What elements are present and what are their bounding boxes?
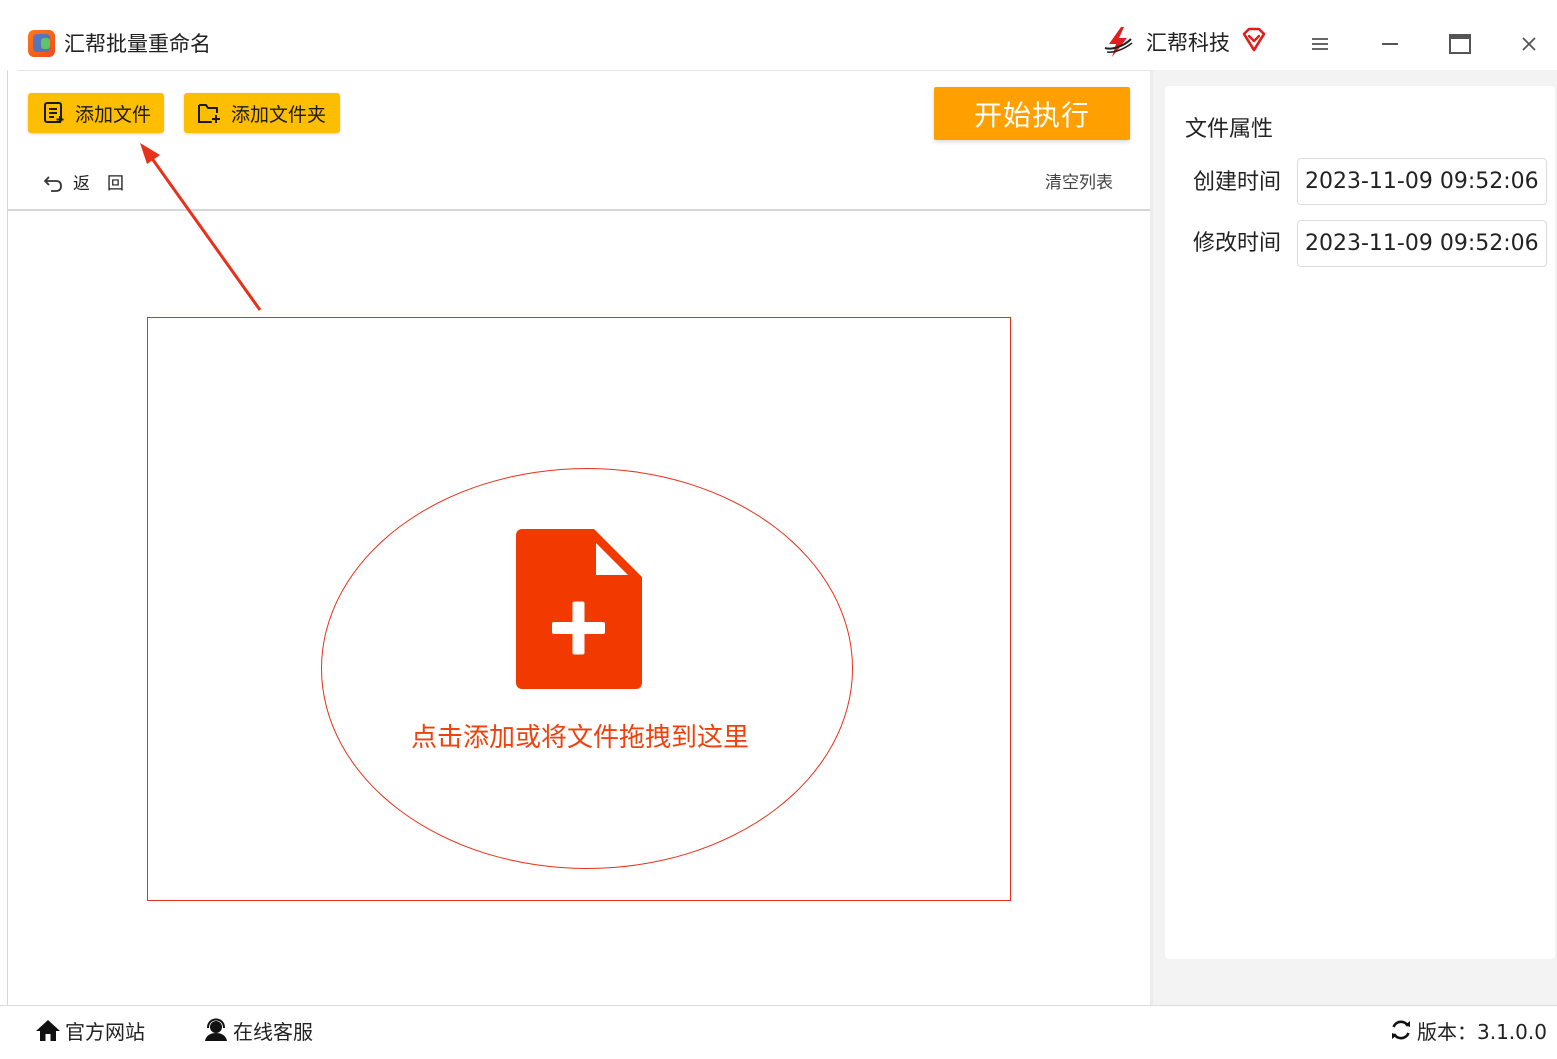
app-title: 汇帮批量重命名 — [64, 32, 211, 56]
maximize-button[interactable] — [1438, 22, 1482, 66]
add-folder-label: 添加文件夹 — [231, 103, 327, 126]
online-support-label: 在线客服 — [233, 1019, 313, 1044]
modified-time-label: 修改时间 — [1193, 231, 1282, 256]
file-list-add-icon — [44, 102, 64, 123]
add-file-button[interactable]: 添加文件 — [28, 93, 164, 133]
add-file-label: 添加文件 — [75, 103, 152, 126]
official-website-link[interactable]: 官方网站 — [35, 1015, 145, 1045]
close-button[interactable] — [1507, 22, 1551, 66]
modified-time-field[interactable]: 2023-11-09 09:52:06 — [1297, 220, 1547, 267]
minimize-icon — [1382, 43, 1398, 45]
headset-user-icon — [205, 1018, 227, 1041]
properties-card — [1165, 86, 1555, 959]
app-logo-icon — [28, 30, 55, 57]
annotation-arrow — [140, 143, 262, 311]
brand-name: 汇帮科技 — [1146, 31, 1230, 55]
drop-zone-hint: 点击添加或将文件拖拽到这里 — [410, 723, 749, 753]
start-button[interactable]: 开始执行 — [934, 87, 1130, 140]
maximize-icon — [1449, 34, 1471, 54]
refresh-icon[interactable] — [1389, 1018, 1413, 1042]
home-icon — [36, 1020, 60, 1041]
official-website-label: 官方网站 — [65, 1019, 145, 1044]
created-time-label: 创建时间 — [1193, 170, 1282, 195]
close-icon — [1522, 37, 1536, 51]
online-support-link[interactable]: 在线客服 — [203, 1015, 313, 1045]
hamburger-menu-icon — [1312, 38, 1328, 50]
file-plus-icon — [516, 529, 642, 689]
diamond-vip-icon[interactable] — [1240, 26, 1268, 54]
version-info: 版本：3.1.0.0 — [1389, 1015, 1547, 1045]
minimize-button[interactable] — [1368, 22, 1412, 66]
created-time-field[interactable]: 2023-11-09 09:52:06 — [1297, 158, 1547, 205]
undo-arrow-icon[interactable] — [42, 172, 64, 194]
properties-title: 文件属性 — [1185, 117, 1274, 142]
menu-button[interactable] — [1298, 22, 1342, 66]
version-label: 版本：3.1.0.0 — [1417, 1019, 1547, 1044]
folder-add-icon — [198, 104, 220, 123]
clear-list-link[interactable]: 清空列表 — [1045, 171, 1113, 195]
add-folder-button[interactable]: 添加文件夹 — [184, 93, 340, 133]
brand-logo-icon — [1104, 27, 1133, 57]
